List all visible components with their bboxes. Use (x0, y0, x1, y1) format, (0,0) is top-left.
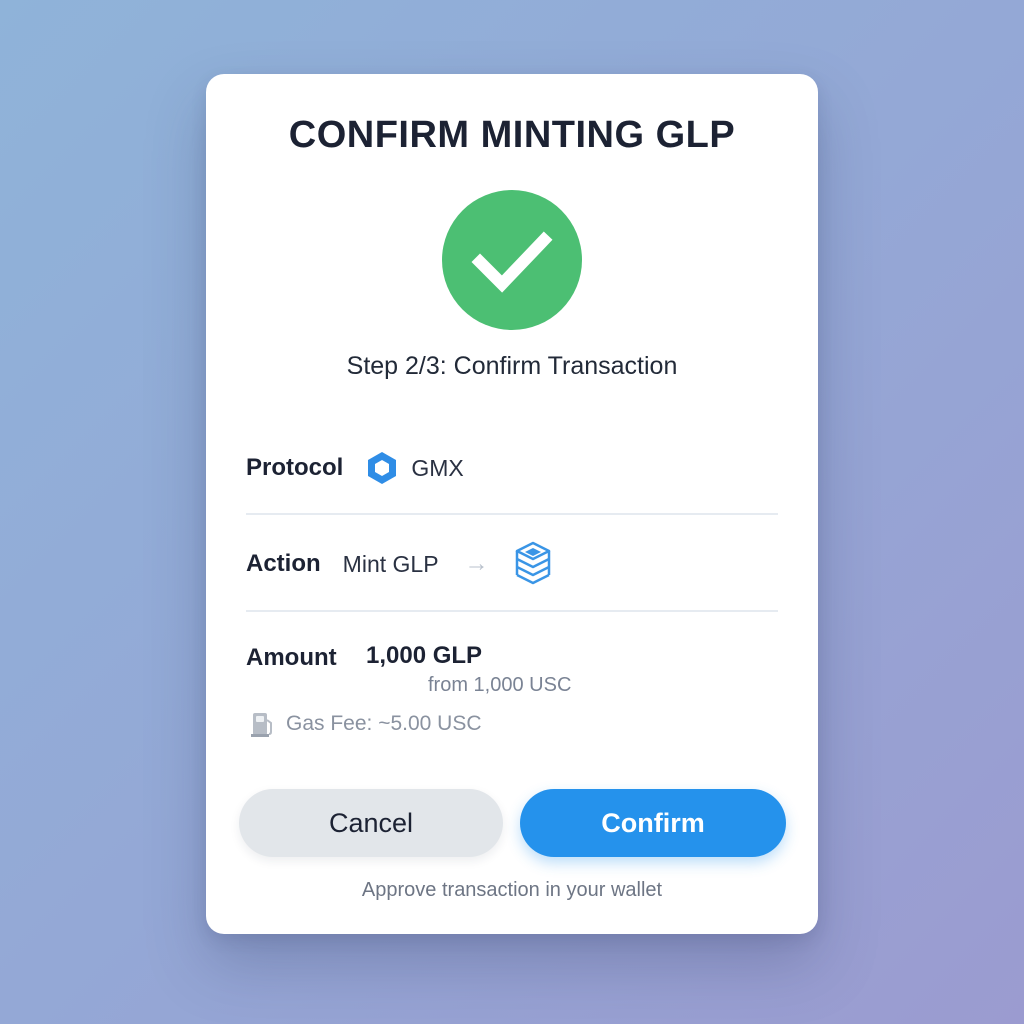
divider (246, 513, 778, 515)
dialog-title: CONFIRM MINTING GLP (288, 114, 736, 156)
amount-value: 1,000 GLP (366, 642, 483, 669)
success-status (442, 190, 582, 330)
checkmark-icon (471, 231, 553, 293)
confirm-button[interactable]: Confirm (520, 789, 786, 857)
protocol-row: Protocol GMX (246, 448, 778, 488)
action-label: Action (246, 550, 321, 577)
action-value: Mint GLP (342, 550, 439, 577)
gas-fee-row: Gas Fee: ~5.00 USC (250, 710, 482, 738)
protocol-label: Protocol (246, 454, 344, 481)
arrow-right-icon: → (464, 550, 489, 577)
amount-label: Amount (246, 644, 337, 671)
step-indicator: Step 2/3: Confirm Transaction (346, 352, 678, 380)
action-row: Action Mint GLP → (246, 541, 778, 585)
gas-pump-icon (251, 713, 272, 737)
divider (246, 610, 778, 612)
layers-icon (515, 541, 550, 585)
confirm-mint-dialog: CONFIRM MINTING GLP Step 2/3: Confirm Tr… (206, 74, 818, 934)
cancel-button[interactable]: Cancel (239, 789, 503, 857)
wallet-approval-hint: Approve transaction in your wallet (361, 879, 663, 901)
hexagon-icon (368, 452, 397, 484)
amount-source: from 1,000 USC (428, 674, 572, 696)
protocol-value: GMX (411, 454, 464, 481)
gas-fee-text: Gas Fee: ~5.00 USC (286, 712, 482, 735)
